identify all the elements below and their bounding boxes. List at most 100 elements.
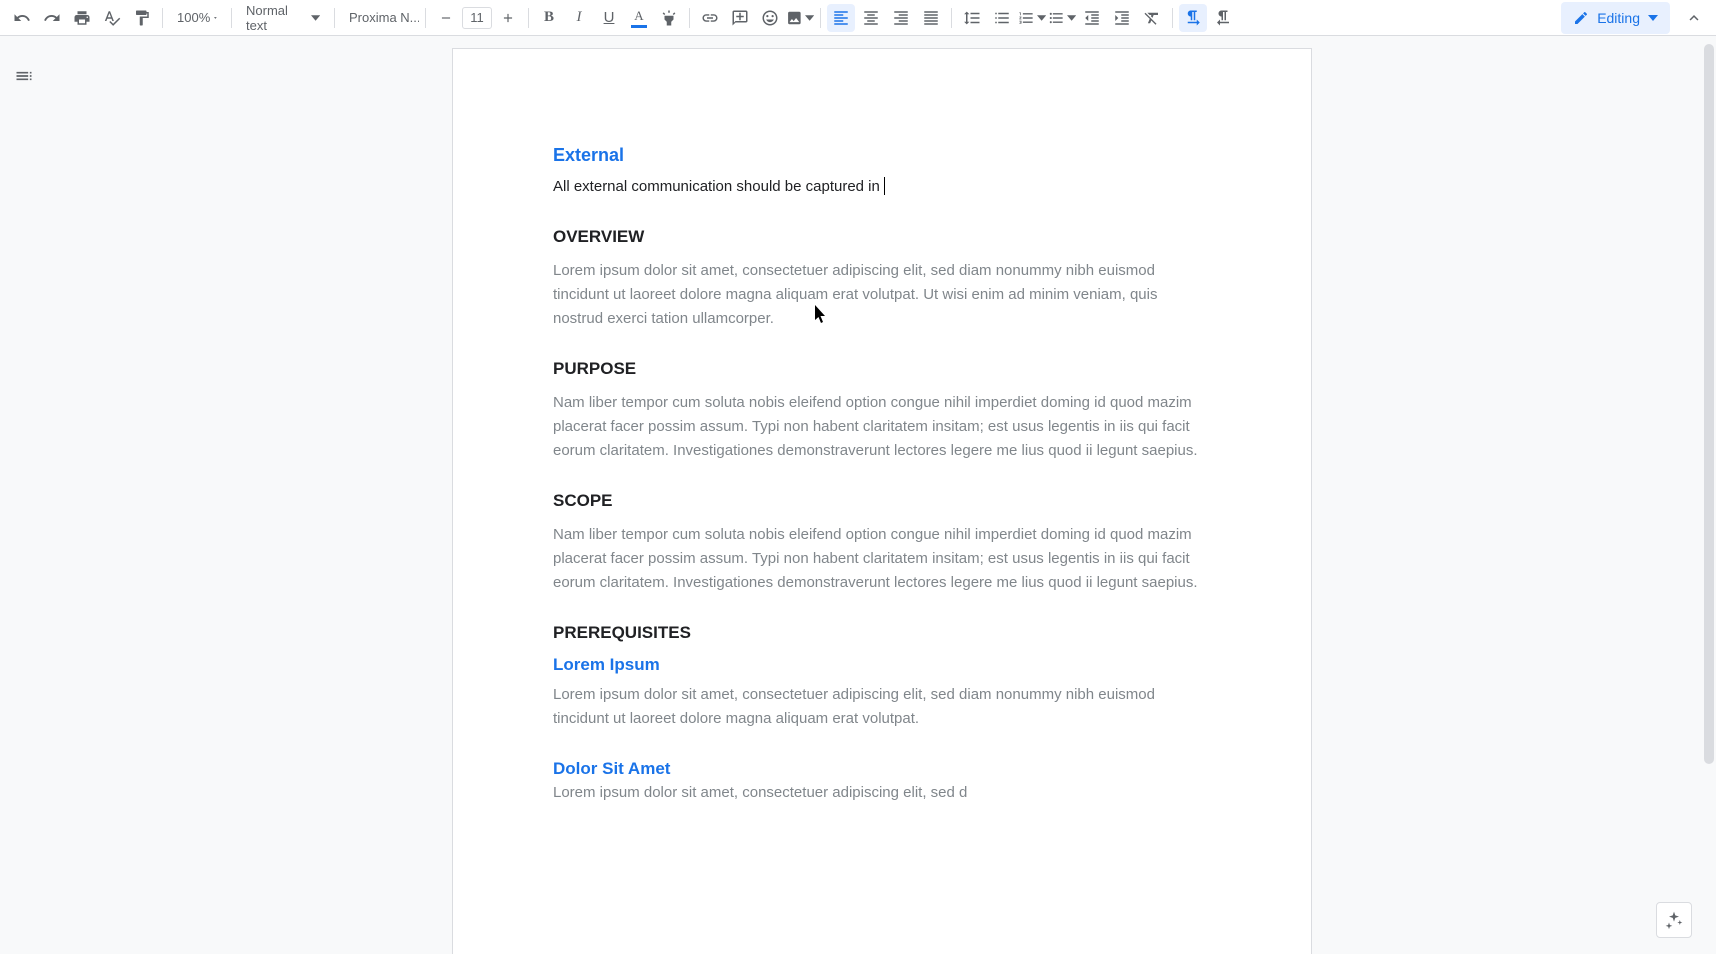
line-spacing-button[interactable]	[958, 4, 986, 32]
document-page[interactable]: External All external communication shou…	[452, 48, 1312, 954]
separator	[689, 8, 690, 28]
subheading-lorem[interactable]: Lorem Ipsum	[553, 655, 1211, 675]
explore-icon	[1664, 910, 1684, 930]
rtl-button[interactable]	[1209, 4, 1237, 32]
line-spacing-icon	[963, 9, 981, 27]
font-family-value: Proxima N...	[349, 10, 419, 25]
font-family-select[interactable]: Proxima N...	[341, 4, 419, 32]
body-scope[interactable]: Nam liber tempor cum soluta nobis eleife…	[553, 523, 1211, 595]
separator	[1172, 8, 1173, 28]
decrease-indent-icon	[1083, 9, 1101, 27]
text-color-bar	[631, 25, 647, 28]
chevron-down-icon	[1037, 15, 1046, 21]
bulleted-list-button[interactable]	[1048, 4, 1076, 32]
numbered-list-button[interactable]	[1018, 4, 1046, 32]
ltr-button[interactable]	[1179, 4, 1207, 32]
bold-button[interactable]: B	[535, 4, 563, 32]
zoom-select[interactable]: 100%	[169, 4, 225, 32]
redo-button[interactable]	[38, 4, 66, 32]
separator	[231, 8, 232, 28]
zoom-value: 100%	[177, 10, 210, 25]
add-comment-button[interactable]	[726, 4, 754, 32]
increase-indent-button[interactable]	[1108, 4, 1136, 32]
undo-icon	[13, 9, 31, 27]
align-left-button[interactable]	[827, 4, 855, 32]
ltr-icon	[1184, 9, 1202, 27]
chevron-down-icon	[311, 15, 320, 21]
checklist-button[interactable]	[988, 4, 1016, 32]
chevron-down-icon	[1067, 15, 1076, 21]
separator	[951, 8, 952, 28]
separator	[425, 8, 426, 28]
align-center-button[interactable]	[857, 4, 885, 32]
align-right-button[interactable]	[887, 4, 915, 32]
print-icon	[73, 9, 91, 27]
heading-external[interactable]: External	[553, 145, 1211, 166]
separator	[334, 8, 335, 28]
decrease-indent-button[interactable]	[1078, 4, 1106, 32]
separator	[528, 8, 529, 28]
checklist-icon	[993, 9, 1011, 27]
print-button[interactable]	[68, 4, 96, 32]
toolbar: 100% Normal text Proxima N... B I U A	[0, 0, 1716, 36]
spellcheck-icon	[103, 9, 121, 27]
align-justify-button[interactable]	[917, 4, 945, 32]
scrollbar-thumb[interactable]	[1704, 44, 1714, 764]
pencil-icon	[1573, 10, 1589, 26]
comment-icon	[731, 9, 749, 27]
insert-emoji-button[interactable]	[756, 4, 784, 32]
scrollbar-track[interactable]	[1702, 36, 1716, 954]
clear-formatting-button[interactable]	[1138, 4, 1166, 32]
body-lorem[interactable]: Lorem ipsum dolor sit amet, consectetuer…	[553, 683, 1211, 731]
heading-prerequisites[interactable]: PREREQUISITES	[553, 623, 1211, 643]
outline-icon	[14, 66, 34, 86]
image-icon	[786, 9, 803, 27]
rtl-icon	[1214, 9, 1232, 27]
separator	[162, 8, 163, 28]
body-overview[interactable]: Lorem ipsum dolor sit amet, consectetuer…	[553, 259, 1211, 331]
underline-button[interactable]: U	[595, 4, 623, 32]
separator	[820, 8, 821, 28]
heading-scope[interactable]: SCOPE	[553, 491, 1211, 511]
font-size-group	[432, 4, 522, 32]
paragraph-style-select[interactable]: Normal text	[238, 4, 328, 32]
decrease-font-size-button[interactable]	[432, 4, 460, 32]
show-outline-button[interactable]	[8, 60, 40, 92]
redo-icon	[43, 9, 61, 27]
text-color-button[interactable]: A	[625, 4, 653, 32]
editing-mode-label: Editing	[1597, 10, 1640, 26]
font-size-input[interactable]	[462, 7, 492, 29]
align-justify-icon	[922, 9, 940, 27]
increase-font-size-button[interactable]	[494, 4, 522, 32]
body-external[interactable]: All external communication should be cap…	[553, 176, 1211, 199]
heading-overview[interactable]: OVERVIEW	[553, 227, 1211, 247]
insert-image-button[interactable]	[786, 4, 814, 32]
clear-format-icon	[1143, 9, 1161, 27]
align-center-icon	[862, 9, 880, 27]
body-dolor[interactable]: Lorem ipsum dolor sit amet, consectetuer…	[553, 781, 1211, 805]
italic-button[interactable]: I	[565, 4, 593, 32]
paragraph-style-value: Normal text	[246, 3, 307, 33]
paint-roller-icon	[133, 9, 151, 27]
plus-icon	[501, 11, 515, 25]
canvas-area[interactable]: External All external communication shou…	[48, 36, 1716, 954]
emoji-icon	[761, 9, 779, 27]
align-right-icon	[892, 9, 910, 27]
spellcheck-button[interactable]	[98, 4, 126, 32]
paint-format-button[interactable]	[128, 4, 156, 32]
chevron-up-icon	[1685, 9, 1703, 27]
hide-menus-button[interactable]	[1680, 4, 1708, 32]
undo-button[interactable]	[8, 4, 36, 32]
text-cursor	[884, 177, 885, 195]
insert-link-button[interactable]	[696, 4, 724, 32]
main-area: External All external communication shou…	[0, 36, 1716, 954]
text-color-letter: A	[634, 8, 643, 24]
highlighter-icon	[660, 9, 678, 27]
heading-purpose[interactable]: PURPOSE	[553, 359, 1211, 379]
editing-mode-button[interactable]: Editing	[1561, 2, 1670, 34]
highlight-color-button[interactable]	[655, 4, 683, 32]
subheading-dolor[interactable]: Dolor Sit Amet	[553, 759, 1211, 779]
body-purpose[interactable]: Nam liber tempor cum soluta nobis eleife…	[553, 391, 1211, 463]
explore-button[interactable]	[1656, 902, 1692, 938]
increase-indent-icon	[1113, 9, 1131, 27]
